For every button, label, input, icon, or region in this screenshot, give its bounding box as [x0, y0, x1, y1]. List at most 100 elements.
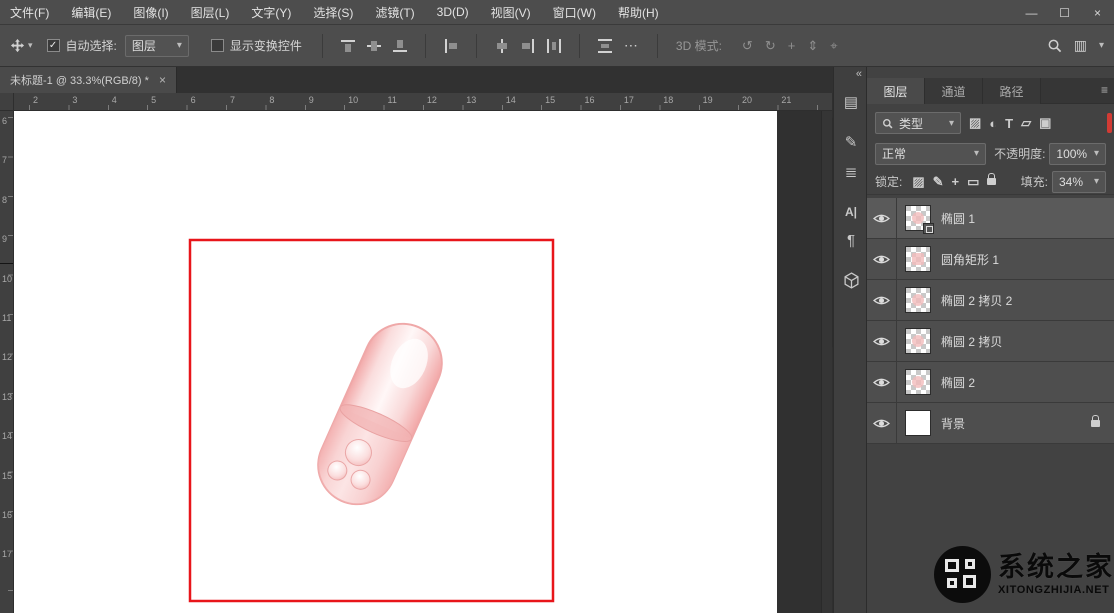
- menu-item-view[interactable]: 视图(V): [491, 4, 531, 21]
- document-tab[interactable]: 未标题-1 @ 33.3%(RGB/8) * ×: [0, 67, 177, 93]
- menu-item-edit[interactable]: 编辑(E): [71, 4, 111, 21]
- align-bottom-edges-icon[interactable]: [391, 37, 409, 55]
- visibility-toggle[interactable]: [867, 362, 897, 403]
- workspace-switcher-icon[interactable]: ▥: [1074, 37, 1087, 54]
- character-panel-icon[interactable]: A|: [834, 199, 868, 225]
- search-icon[interactable]: [1047, 38, 1062, 53]
- menu-item-filter[interactable]: 滤镜(T): [375, 4, 414, 21]
- show-transform-checkbox[interactable]: [211, 39, 224, 52]
- visibility-toggle[interactable]: [867, 321, 897, 362]
- watermark: 系统之家 XITONGZHIJIA.NET: [934, 546, 1114, 603]
- properties-panel-icon[interactable]: ▤: [834, 89, 868, 115]
- lock-transparency-icon[interactable]: ▨: [912, 174, 924, 190]
- layer-row[interactable]: 圆角矩形 1: [867, 239, 1114, 280]
- tab-channels[interactable]: 通道: [925, 78, 983, 104]
- lock-position-icon[interactable]: +: [952, 174, 960, 189]
- layer-name[interactable]: 椭圆 2 拷贝 2: [941, 292, 1012, 309]
- ruler-ticks: [8, 111, 13, 613]
- tab-layers[interactable]: 图层: [867, 78, 925, 104]
- vertical-scrollbar[interactable]: [821, 111, 832, 613]
- layer-row-background[interactable]: 背景: [867, 403, 1114, 444]
- filter-type-layers-icon[interactable]: T: [1005, 116, 1013, 131]
- visibility-toggle[interactable]: [867, 239, 897, 280]
- chevron-down-icon: ▾: [28, 40, 33, 51]
- lock-artboard-icon[interactable]: ▭: [967, 174, 979, 190]
- layer-thumbnail[interactable]: [905, 369, 931, 395]
- distribute-vertical-icon[interactable]: [596, 37, 614, 55]
- 3d-scale-icon[interactable]: ⌖: [830, 38, 837, 54]
- layer-row[interactable]: 椭圆 1: [867, 198, 1114, 239]
- layer-name[interactable]: 椭圆 1: [941, 210, 975, 227]
- filter-pixel-layers-icon[interactable]: ▨: [969, 115, 981, 131]
- menu-item-image[interactable]: 图像(I): [133, 4, 168, 21]
- layer-name[interactable]: 圆角矩形 1: [941, 251, 999, 268]
- visibility-toggle[interactable]: [867, 280, 897, 321]
- close-button[interactable]: ×: [1081, 0, 1114, 25]
- 3d-panel-icon[interactable]: [834, 267, 868, 293]
- layer-thumbnail[interactable]: [905, 287, 931, 313]
- more-options-button[interactable]: ⋯: [624, 37, 639, 54]
- clone-source-panel-icon[interactable]: ≣: [834, 159, 868, 185]
- lock-label: 锁定:: [875, 173, 902, 190]
- layer-name[interactable]: 背景: [941, 415, 965, 432]
- align-vertical-centers-icon[interactable]: [365, 37, 383, 55]
- lock-all-icon[interactable]: [987, 178, 996, 185]
- lock-pixels-icon[interactable]: ✎: [933, 174, 944, 190]
- canvas-pasteboard[interactable]: [14, 111, 832, 613]
- layer-thumbnail[interactable]: [905, 410, 931, 436]
- align-left-edges-icon[interactable]: [442, 37, 460, 55]
- menu-item-type[interactable]: 文字(Y): [251, 4, 291, 21]
- menu-item-file[interactable]: 文件(F): [10, 4, 49, 21]
- layer-name[interactable]: 椭圆 2 拷贝: [941, 333, 1002, 350]
- brush-settings-panel-icon[interactable]: ✎: [834, 129, 868, 155]
- chevron-down-icon: ▾: [1094, 176, 1099, 187]
- 3d-drag-icon[interactable]: +: [788, 38, 796, 53]
- align-horizontal-centers-icon[interactable]: [493, 37, 511, 55]
- panel-menu-icon[interactable]: ≡: [1101, 83, 1108, 97]
- menu-item-3d[interactable]: 3D(D): [437, 5, 469, 19]
- collapse-panels-icon[interactable]: «: [856, 68, 862, 80]
- distribute-horizontal-icon[interactable]: [545, 37, 563, 55]
- fill-dropdown[interactable]: 34% ▾: [1052, 171, 1106, 193]
- menu-item-window[interactable]: 窗口(W): [553, 4, 596, 21]
- align-right-edges-icon[interactable]: [519, 37, 537, 55]
- horizontal-ruler[interactable]: 23456789101112131415161718192021: [14, 93, 832, 111]
- vertical-ruler[interactable]: 67891011121314151617: [0, 111, 14, 613]
- menu-item-select[interactable]: 选择(S): [313, 4, 353, 21]
- align-top-edges-icon[interactable]: [339, 37, 357, 55]
- layer-filter-toggle[interactable]: [1107, 113, 1112, 133]
- visibility-toggle[interactable]: [867, 403, 897, 444]
- minimize-button[interactable]: —: [1015, 0, 1048, 25]
- document-canvas[interactable]: [14, 111, 777, 613]
- auto-select-checkbox[interactable]: ✓: [47, 39, 60, 52]
- filter-smart-objects-icon[interactable]: ▣: [1039, 115, 1051, 131]
- maximize-button[interactable]: ☐: [1048, 0, 1081, 25]
- menu-item-help[interactable]: 帮助(H): [618, 4, 659, 21]
- layer-row[interactable]: 椭圆 2 拷贝: [867, 321, 1114, 362]
- menu-item-layer[interactable]: 图层(L): [191, 4, 230, 21]
- auto-select-target-dropdown[interactable]: 图层 ▾: [125, 35, 189, 57]
- paragraph-panel-icon[interactable]: ¶: [834, 227, 868, 253]
- opacity-dropdown[interactable]: 100% ▾: [1049, 143, 1106, 165]
- move-tool-preset[interactable]: ▾: [10, 38, 33, 53]
- filter-shape-layers-icon[interactable]: ▱: [1021, 115, 1031, 131]
- layer-row[interactable]: 椭圆 2 拷贝 2: [867, 280, 1114, 321]
- tab-paths[interactable]: 路径: [983, 78, 1041, 104]
- 3d-rotate-icon[interactable]: ↺: [742, 38, 753, 54]
- chevron-down-icon[interactable]: ▾: [1099, 40, 1104, 51]
- blend-mode-dropdown[interactable]: 正常 ▾: [875, 143, 986, 165]
- 3d-slide-icon[interactable]: ⇕: [807, 38, 818, 54]
- layer-name[interactable]: 椭圆 2: [941, 374, 975, 391]
- filter-type-dropdown[interactable]: 类型 ▾: [875, 112, 961, 134]
- layer-thumbnail[interactable]: [905, 205, 931, 231]
- ruler-origin-corner[interactable]: [0, 93, 14, 111]
- options-bar-right: ▥ ▾: [1047, 37, 1104, 54]
- 3d-mode-group: 3D 模式: ↺ ↻ + ⇕ ⌖: [670, 37, 838, 54]
- layer-thumbnail[interactable]: [905, 328, 931, 354]
- filter-adjustment-layers-icon[interactable]: ◐: [989, 116, 997, 131]
- layer-row[interactable]: 椭圆 2: [867, 362, 1114, 403]
- layer-thumbnail[interactable]: [905, 246, 931, 272]
- 3d-roll-icon[interactable]: ↻: [765, 38, 776, 54]
- close-tab-icon[interactable]: ×: [159, 73, 166, 87]
- visibility-toggle[interactable]: [867, 198, 897, 239]
